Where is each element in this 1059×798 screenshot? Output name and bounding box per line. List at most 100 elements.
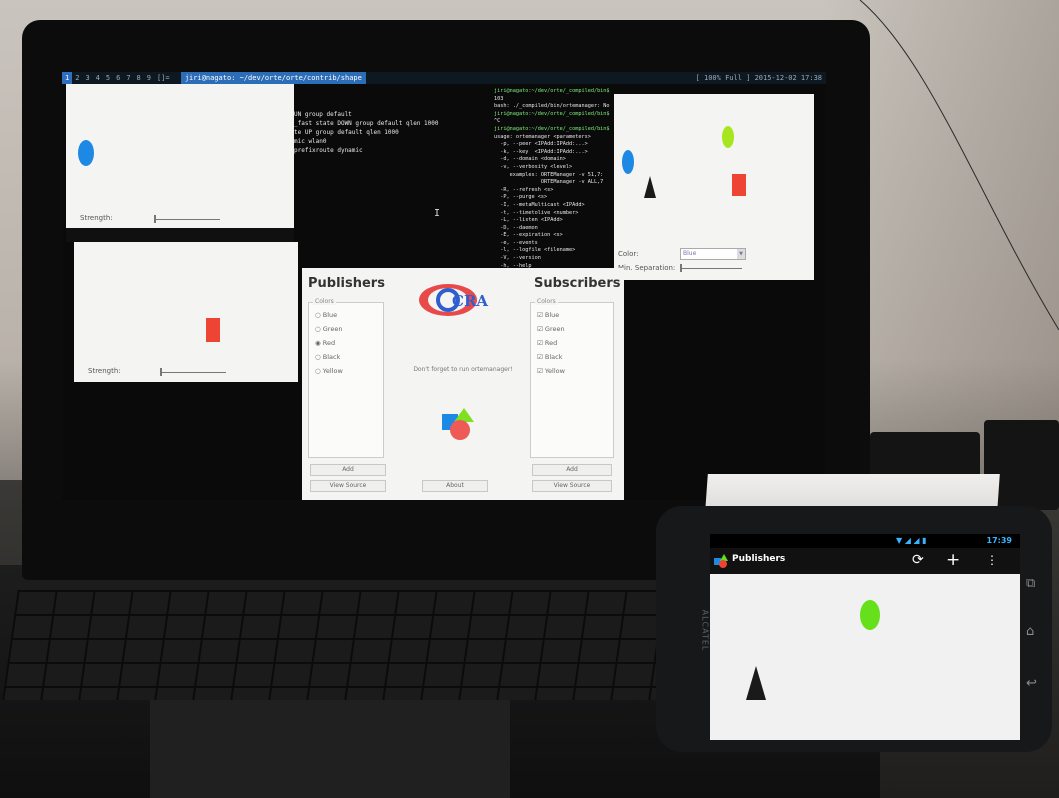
separation-label: Min. Separation:	[618, 264, 676, 272]
view-source-button[interactable]: View Source	[310, 480, 386, 492]
workspace-tag[interactable]: 4	[93, 72, 103, 84]
terminal-right[interactable]: jiri@nagato:~/dev/orte/_compiled/bin$ 103…	[494, 88, 614, 268]
subscriber-color-checkbox[interactable]: ☑ Black	[537, 353, 563, 361]
green-ellipse-icon	[860, 600, 880, 630]
phone-app-title: Publishers	[732, 554, 786, 564]
ortemanager-hint: Don't forget to run ortemanager!	[413, 366, 513, 373]
radio-label: Blue	[322, 311, 338, 319]
refresh-icon[interactable]: ⟳	[912, 552, 924, 568]
slider-knob[interactable]	[680, 264, 682, 272]
workspace-tag[interactable]: 1	[62, 72, 73, 84]
overflow-menu-icon[interactable]: ⋮	[986, 553, 998, 567]
terminal-line: jiri@nagato:~/dev/orte/_compiled/bin$	[494, 125, 610, 132]
terminal-line: usage: ortemanager <parameters>	[494, 133, 591, 140]
separation-slider[interactable]	[680, 264, 742, 272]
terminal-line: -l, --logfile <filename>	[494, 247, 576, 254]
back-icon[interactable]: ↩	[1026, 676, 1037, 691]
checkbox-label: Blue	[544, 311, 560, 319]
terminal-line: -t, --timetolive <number>	[494, 209, 579, 216]
workspace-tag[interactable]: 2	[72, 72, 82, 84]
checkbox-label: Red	[544, 339, 558, 347]
terminal-line: UN group default	[294, 111, 352, 118]
subscriber-color-checkbox[interactable]: ☑ Yellow	[537, 367, 565, 375]
app-logo-icon	[714, 554, 728, 568]
workspace-tag[interactable]: 6	[113, 72, 123, 84]
subscriber-color-checkbox[interactable]: ☑ Green	[537, 325, 565, 333]
black-triangle-icon	[746, 666, 766, 700]
photo-scene: 1 2 3 4 5 6 7 8 9 []= jiri@nagato: ~/dev/orte/ort…	[0, 0, 1059, 798]
recent-apps-icon[interactable]: ⧉	[1026, 576, 1035, 591]
phone-shape-canvas[interactable]	[710, 574, 1020, 740]
signal-icon: ▼ ◢ ◢ ▮	[896, 536, 927, 545]
terminal-line: -d, --domain <domain>	[494, 156, 566, 163]
terminal-line: ^C	[494, 118, 501, 125]
terminal-line: jiri@nagato:~/dev/orte/_compiled/bin$	[494, 88, 610, 94]
terminal-line: ORTEManager -v ALL,7	[494, 179, 604, 186]
shape-window-bottom-left[interactable]: Strength:	[74, 242, 298, 382]
phone-time: 17:39	[986, 536, 1012, 545]
subscriber-color-checkbox[interactable]: ☑ Blue	[537, 311, 559, 319]
home-icon[interactable]: ⌂	[1026, 624, 1034, 639]
add-subscriber-button[interactable]: Add	[532, 464, 612, 476]
add-publisher-button[interactable]: Add	[310, 464, 386, 476]
subscribers-colors-group: Colors ☑ Blue ☑ Green ☑ Red ☑ Black ☑ Ye…	[530, 298, 614, 458]
terminal-line: -E, --expiration <s>	[494, 232, 563, 239]
radio-label: Green	[322, 325, 343, 333]
publishers-colors-group: Colors ○ Blue ○ Green ◉ Red ○ Black ○ Ye…	[308, 298, 384, 458]
workspace-tag[interactable]: 7	[123, 72, 133, 84]
terminal-line: -v, --verbosity <level>	[494, 163, 573, 170]
publisher-color-radio[interactable]: ○ Black	[315, 353, 340, 361]
subscriber-color-checkbox[interactable]: ☑ Red	[537, 339, 557, 347]
color-select[interactable]: Blue ▼	[680, 248, 746, 260]
layout-indicator[interactable]: []=	[154, 72, 173, 84]
terminal-line: -P, --purge <s>	[494, 194, 548, 201]
slider-knob[interactable]	[154, 215, 156, 223]
publishers-title: Publishers	[308, 276, 385, 291]
terminal-line: -L, --listen <IPAdd>	[494, 217, 563, 224]
terminal-line: -e, --events	[494, 239, 538, 246]
status-text: [ 100% Full ] 2015-12-02 17:38	[695, 74, 822, 82]
phone-status-bar: ▼ ◢ ◢ ▮ 17:39	[710, 534, 1020, 548]
terminal-strip	[66, 228, 294, 242]
publisher-color-radio[interactable]: ◉ Red	[315, 339, 335, 347]
workspace-tag[interactable]: 8	[134, 72, 144, 84]
slider-knob[interactable]	[160, 368, 162, 376]
strength-label: Strength:	[88, 367, 121, 375]
view-source-button[interactable]: View Source	[532, 480, 612, 492]
checkbox-label: Black	[544, 353, 563, 361]
terminal-line: 103	[494, 95, 504, 102]
shape-window-right[interactable]: Color: Blue ▼ Min. Separation:	[614, 94, 814, 280]
strength-slider[interactable]	[160, 368, 226, 376]
subscribers-title: Subscribers	[534, 276, 621, 291]
phone-screen[interactable]: ▼ ◢ ◢ ▮ 17:39 Publishers ⟳ + ⋮	[710, 534, 1020, 740]
strength-slider[interactable]	[154, 215, 220, 223]
workspace-tag[interactable]: 3	[82, 72, 92, 84]
publisher-color-radio[interactable]: ○ Blue	[315, 311, 337, 319]
laptop-keyboard	[2, 590, 718, 700]
shape-demo-app[interactable]: Publishers Subscribers CRA Colors ○ Blue…	[302, 268, 624, 500]
checkbox-label: Green	[544, 325, 565, 333]
workspace-tag[interactable]: 9	[144, 72, 154, 84]
terminal-line: prefixroute dynamic	[294, 147, 363, 154]
terminal-line: -k, --key <IPAdd:IPAdd:...>	[494, 148, 588, 155]
terminal-line: te UP group default qlen 1000	[294, 129, 399, 136]
terminal-middle[interactable]: UN group default _fast state DOWN group d…	[294, 110, 490, 240]
terminal-line: bash: ./_compiled/bin/ortemanager: No	[494, 103, 610, 110]
phone-action-bar: Publishers ⟳ + ⋮	[710, 548, 1020, 574]
workspace-tag[interactable]: 5	[103, 72, 113, 84]
publisher-color-radio[interactable]: ○ Yellow	[315, 367, 343, 375]
window-manager-bar: 1 2 3 4 5 6 7 8 9 []= jiri@nagato: ~/dev/orte/ort…	[62, 72, 826, 84]
publisher-color-radio[interactable]: ○ Green	[315, 325, 342, 333]
terminal-line: -I, --metaMulticast <IPAdd>	[494, 201, 585, 208]
text-cursor-icon: I	[434, 208, 441, 219]
cra-logo: CRA	[418, 282, 488, 318]
black-triangle-icon	[644, 176, 656, 198]
terminal-line: -V, --version	[494, 255, 541, 262]
chevron-down-icon[interactable]: ▼	[737, 249, 745, 259]
about-button[interactable]: About	[422, 480, 488, 492]
plus-icon[interactable]: +	[946, 550, 960, 570]
blue-ellipse-icon	[622, 150, 634, 174]
shape-window-top-left[interactable]: Strength:	[66, 84, 294, 228]
terminal-line: -D, --daemon	[494, 224, 538, 231]
laptop-screen: 1 2 3 4 5 6 7 8 9 []= jiri@nagato: ~/dev/orte/ort…	[62, 72, 826, 500]
